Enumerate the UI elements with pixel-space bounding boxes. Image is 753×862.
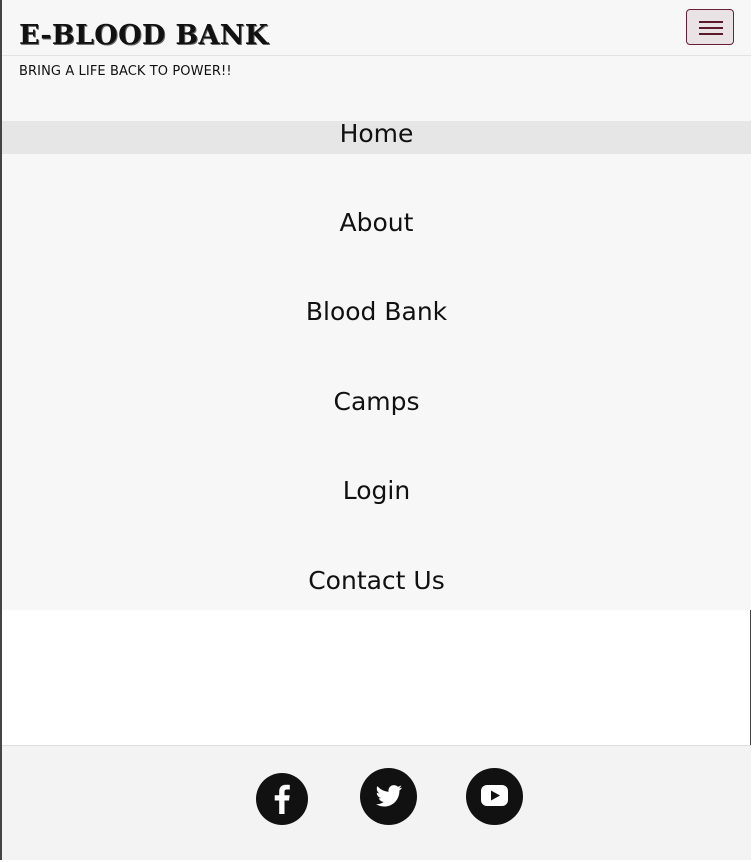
nav-item-camps[interactable]: Camps [2, 384, 751, 420]
hamburger-icon [699, 21, 723, 23]
twitter-icon[interactable] [360, 768, 417, 825]
youtube-icon[interactable] [466, 768, 523, 825]
site-header [2, 0, 751, 121]
nav-item-home[interactable]: Home [2, 121, 751, 154]
nav-item-login[interactable]: Login [2, 473, 751, 509]
nav-menu: Home About Blood Bank Camps Login Contac… [2, 121, 751, 610]
brand-title[interactable]: E-BLOOD BANK [19, 20, 268, 51]
site-footer [2, 745, 751, 860]
facebook-icon[interactable] [256, 773, 308, 825]
hamburger-icon-bar [699, 27, 723, 29]
nav-item-blood-bank[interactable]: Blood Bank [2, 294, 751, 330]
nav-item-contact-us[interactable]: Contact Us [2, 563, 751, 599]
menu-toggle-button[interactable] [686, 9, 734, 45]
brand-tagline: BRING A LIFE BACK TO POWER!! [19, 64, 232, 79]
nav-item-about[interactable]: About [2, 205, 751, 241]
header-divider [2, 55, 751, 56]
hamburger-icon-bar [699, 33, 723, 35]
